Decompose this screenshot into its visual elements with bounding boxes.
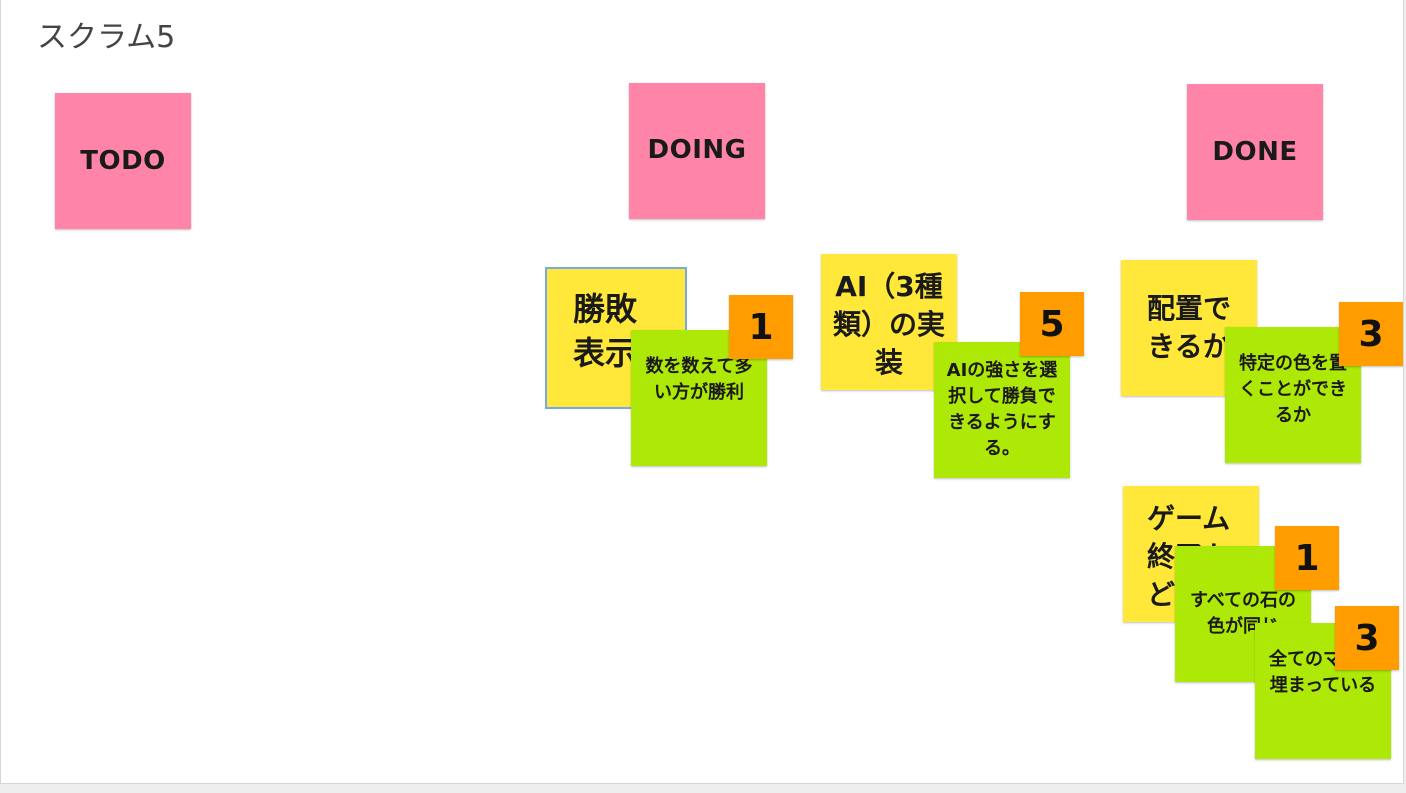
- todo-header-note[interactable]: TODO: [55, 93, 191, 229]
- done-header-note[interactable]: DONE: [1187, 84, 1323, 220]
- done-header-label: DONE: [1212, 137, 1298, 167]
- done-task-2-points-a-note[interactable]: 1: [1275, 526, 1339, 590]
- doing-task-1-points-note[interactable]: 1: [729, 295, 793, 359]
- done-task-2-points-a: 1: [1294, 537, 1320, 579]
- doing-task-2-detail: AIの強さを選択して勝負できるようにする。: [946, 360, 1058, 459]
- done-task-1-title: 配置できるか: [1146, 292, 1231, 363]
- doing-task-2-points: 5: [1039, 303, 1065, 345]
- done-task-1-points-note[interactable]: 3: [1339, 302, 1403, 366]
- done-task-2-points-b-note[interactable]: 3: [1335, 606, 1399, 670]
- todo-header-label: TODO: [80, 146, 166, 176]
- board-title: スクラム5: [37, 20, 176, 55]
- done-task-1-detail: 特定の色を置くことができるか: [1239, 353, 1347, 426]
- done-task-1-points: 3: [1358, 313, 1384, 355]
- doing-header-label: DOING: [647, 135, 747, 165]
- doing-task-2-detail-note[interactable]: AIの強さを選択して勝負できるようにする。: [934, 342, 1070, 478]
- doing-header-note[interactable]: DOING: [629, 83, 765, 219]
- done-task-2-points-b: 3: [1354, 617, 1380, 659]
- doing-task-2-title: AI（3種類）の実装: [832, 270, 945, 379]
- whiteboard-canvas[interactable]: スクラム5 TODO DOING DONE 勝敗表示 数を数えて多い方が勝利 1…: [0, 0, 1404, 784]
- doing-task-1-points: 1: [748, 306, 774, 348]
- doing-task-2-points-note[interactable]: 5: [1020, 292, 1084, 356]
